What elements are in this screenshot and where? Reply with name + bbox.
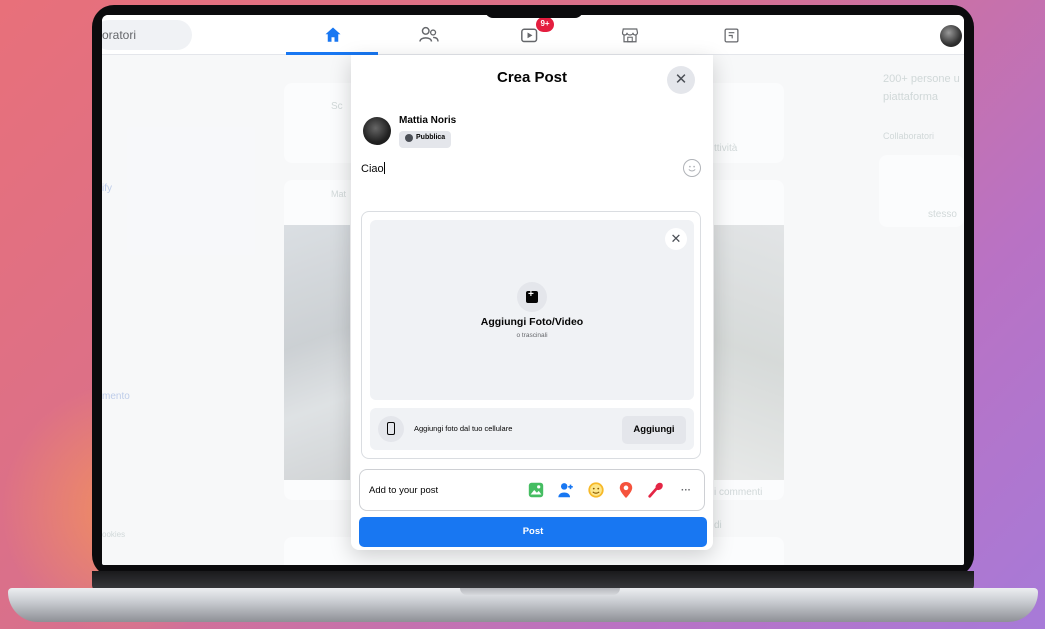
mobile-phone-icon (378, 416, 404, 442)
top-navigation-bar: oratori 9+ (102, 15, 964, 55)
post-text-value: Ciao (361, 163, 384, 175)
feeling-icon[interactable] (586, 480, 606, 500)
screen: oratori 9+ Sc ttività Mat i commenti di … (102, 15, 964, 565)
location-icon[interactable] (616, 480, 636, 500)
add-to-post-bar: Add to your post ··· (359, 469, 705, 511)
privacy-label: Pubblica (416, 134, 446, 141)
tag-people-icon[interactable] (556, 480, 576, 500)
user-name: Mattia Noris (399, 115, 457, 126)
emoji-picker-icon[interactable] (683, 159, 701, 177)
close-icon[interactable]: ✕ (667, 66, 695, 94)
globe-icon (405, 134, 413, 142)
profile-avatar[interactable] (940, 25, 962, 47)
watch-notification-badge: 9+ (536, 17, 554, 32)
text-caret (383, 162, 385, 174)
post-button[interactable]: Post (359, 517, 707, 547)
more-icon[interactable]: ··· (676, 480, 696, 500)
marketplace-icon[interactable] (618, 23, 642, 47)
close-media-icon[interactable]: ✕ (665, 228, 687, 250)
mobile-add-button[interactable]: Aggiungi (622, 416, 686, 444)
add-photo-video-label: Aggiungi Foto/Video (480, 316, 584, 328)
photo-video-drop-zone[interactable]: ✕ Aggiungi Foto/Video o trascinali (370, 220, 694, 400)
post-text-input[interactable]: Ciao (361, 162, 385, 175)
camera-notch (485, 8, 583, 18)
create-post-dialog: Crea Post ✕ Mattia Noris Pubblica Ciao ✕… (351, 55, 713, 550)
mobile-upload-text: Aggiungi foto dal tuo cellulare (414, 424, 513, 433)
drag-hint: o trascinali (516, 332, 548, 339)
home-icon[interactable] (321, 23, 345, 47)
live-video-icon[interactable] (646, 480, 666, 500)
mobile-upload-row: Aggiungi foto dal tuo cellulare Aggiungi (370, 408, 694, 450)
dialog-title: Crea Post (496, 69, 568, 86)
avatar (363, 117, 391, 145)
laptop-base-lip (460, 588, 620, 595)
media-upload-box: ✕ Aggiungi Foto/Video o trascinali Aggiu… (361, 211, 701, 459)
pages-icon[interactable] (719, 23, 743, 47)
privacy-selector[interactable]: Pubblica (399, 131, 452, 148)
friends-icon[interactable] (417, 23, 441, 47)
laptop-base (8, 588, 1038, 622)
photo-icon[interactable] (526, 480, 546, 500)
search-input[interactable]: oratori (102, 20, 192, 50)
add-to-post-label: Add to your post (369, 485, 439, 496)
add-photo-icon (517, 282, 547, 312)
